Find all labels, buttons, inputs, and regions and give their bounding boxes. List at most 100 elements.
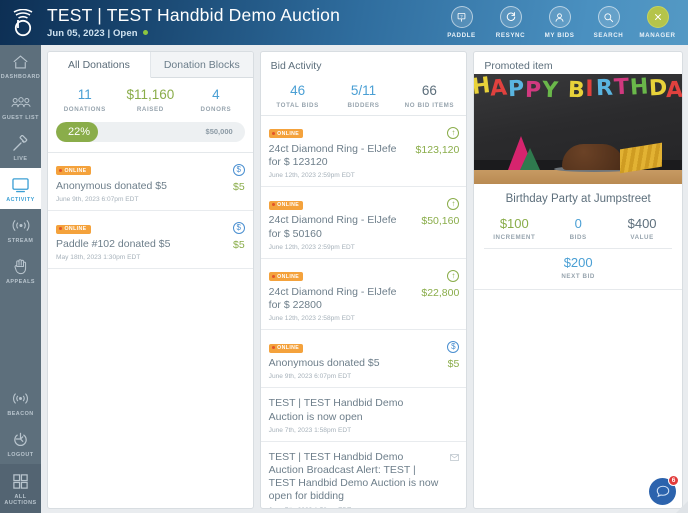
stat-raised: $11,160 RAISED (118, 87, 184, 113)
bid-time: June 7th, 2023 1:58pm EDT (269, 507, 459, 508)
bid-right: ↑ $123,120 (401, 122, 460, 156)
bid-activity-heading: Bid Activity (270, 60, 322, 72)
status-badge: ONLINE (56, 166, 91, 176)
beacon-icon (11, 389, 31, 408)
sidebar-item-all-auctions[interactable]: ALL AUCTIONS (0, 464, 41, 513)
party-hat-green-icon (520, 148, 541, 170)
birthday-cake (562, 144, 625, 170)
tab-donation-blocks[interactable]: Donation Blocks (150, 52, 253, 78)
header-button-resync[interactable]: RESYNC (486, 0, 535, 45)
sidebar-item-dashboard-label: DASHBOARD (0, 74, 41, 80)
donations-stats: 11 DONATIONS $11,160 RAISED 4 DONORS (48, 78, 253, 119)
sidebar-item-all-auctions-label: ALL AUCTIONS (4, 494, 37, 506)
table-row[interactable]: ONLINE 24ct Diamond Ring - ElJefe for $ … (260, 116, 467, 188)
auction-title-block: TEST | TEST Handbid Demo Auction Jun 05,… (47, 6, 340, 38)
sidebar-item-live[interactable]: LIVE (0, 127, 41, 168)
header-button-my-bids[interactable]: MY BIDS (535, 0, 584, 45)
sidebar-item-beacon-label: BEACON (7, 411, 34, 417)
stat-value: $400 VALUE (610, 216, 674, 242)
gavel-icon (11, 134, 31, 153)
donations-progress-fill: 22% (56, 121, 98, 142)
close-x-icon (646, 6, 669, 28)
bid-activity-stats: 46 TOTAL BIDS 5/11 BIDDERS 66 NO BID ITE… (261, 74, 467, 115)
stat-increment-value: $100 (499, 216, 529, 231)
stat-bids-label: BIDS (569, 234, 587, 242)
stat-bidders-value: 5/11 (350, 83, 377, 98)
promoted-item-next-bid: $200 NEXT BID (484, 248, 672, 289)
promoted-item-filler (474, 289, 682, 508)
stat-no-bid-items: 66 NO BID ITEMS (396, 83, 462, 109)
grid-icon (11, 472, 31, 491)
status-badge: ONLINE (268, 129, 304, 139)
stat-raised-value: $11,160 (126, 87, 175, 102)
stat-donors: 4 DONORS (183, 87, 249, 113)
donations-progress-percent: 22% (68, 125, 91, 138)
header-button-search[interactable]: SEARCH (584, 0, 633, 45)
sidebar-item-appeals-label: APPEALS (6, 279, 35, 285)
handbid-logo[interactable] (0, 0, 45, 45)
stat-increment-label: INCREMENT (493, 234, 536, 242)
stat-donations-label: DONATIONS (63, 105, 106, 113)
header-button-my-bids-label: MY BIDS (544, 32, 575, 39)
user-icon (548, 6, 571, 28)
donation-amount: $5 (232, 239, 245, 252)
bid-time: June 12th, 2023 2:59pm EDT (268, 243, 355, 251)
sidebar-item-stream[interactable]: STREAM (0, 209, 41, 250)
stat-bidders-label: BIDDERS (347, 101, 380, 109)
sidebar-item-live-label: LIVE (13, 156, 28, 162)
dollar-circle-icon: $ (447, 341, 460, 354)
stat-increment: $100 INCREMENT (482, 216, 546, 242)
stat-value-label: VALUE (630, 234, 654, 242)
header-button-manager[interactable]: MANAGER (633, 0, 682, 45)
table-row[interactable]: ONLINE 24ct Diamond Ring - ElJefe for $ … (260, 187, 467, 259)
donation-right: $ $5 (201, 159, 245, 193)
bid-activity-panel: Bid Activity 46 TOTAL BIDS 5/11 BIDDERS … (259, 51, 468, 509)
bid-amount: $123,120 (415, 143, 460, 156)
chat-bubble-icon (656, 485, 669, 498)
donations-tabs: All Donations Donation Blocks (48, 52, 253, 78)
bid-time: June 12th, 2023 2:58pm EDT (268, 315, 355, 323)
donation-time: May 18th, 2023 1:30pm EDT (56, 254, 141, 262)
happy-birthday-banner: H A P P Y B I R T H D A (474, 74, 682, 104)
bid-activity-feed: ONLINE 24ct Diamond Ring - ElJefe for $ … (260, 114, 467, 508)
list-item[interactable]: ONLINE Anonymous donated $5 June 9th, 20… (48, 153, 253, 212)
table-row[interactable]: TEST | TEST Handbid Demo Auction is now … (260, 388, 467, 442)
bid-right (401, 448, 460, 466)
next-bid-label: NEXT BID (561, 273, 596, 281)
donations-progress-wrap: 22% $50,000 (48, 119, 253, 152)
svg-text:?: ? (460, 13, 463, 18)
bid-time: June 7th, 2023 1:58pm EDT (268, 426, 352, 434)
stat-value-value: $400 (627, 216, 657, 231)
sidebar-item-logout-label: LOGOUT (7, 452, 34, 458)
sidebar-item-dashboard[interactable]: DASHBOARD (0, 45, 41, 86)
sidebar-item-logout[interactable]: LOGOUT (0, 423, 41, 464)
donations-progress-bar: 22% $50,000 (56, 121, 245, 142)
chat-launcher-button[interactable]: 6 (649, 475, 679, 505)
list-item[interactable]: ONLINE Paddle #102 donated $5 May 18th, … (48, 211, 253, 270)
sidebar-item-appeals[interactable]: APPEALS (0, 250, 41, 291)
bid-right: ↑ $22,800 (401, 265, 460, 299)
stat-bids-value: 0 (574, 216, 582, 231)
stat-donors-label: DONORS (200, 105, 232, 113)
app-root: TEST | TEST Handbid Demo Auction Jun 05,… (0, 0, 688, 513)
monitor-icon (11, 175, 31, 194)
donations-goal-label: $50,000 (205, 127, 233, 137)
table-row[interactable]: ONLINE Anonymous donated $5 June 9th, 20… (260, 330, 467, 389)
sidebar-item-activity[interactable]: ACTIVITY (0, 168, 41, 209)
stat-donors-value: 4 (212, 87, 220, 102)
search-icon (597, 6, 620, 28)
header-button-manager-label: MANAGER (639, 32, 676, 39)
sidebar-item-beacon[interactable]: BEACON (0, 382, 41, 423)
tab-all-donations[interactable]: All Donations (48, 52, 151, 78)
broadcast-icon (11, 216, 31, 235)
sidebar-item-guest-list[interactable]: GUEST LIST (0, 86, 41, 127)
table-row[interactable]: ONLINE 24ct Diamond Ring - ElJefe for $ … (260, 259, 467, 331)
header-button-paddle[interactable]: ? PADDLE (437, 0, 486, 45)
table-row[interactable]: TEST | TEST Handbid Demo Auction Broadca… (261, 442, 467, 508)
stat-bids: 0 BIDS (546, 216, 610, 242)
table-surface (474, 170, 682, 184)
status-badge: ONLINE (268, 272, 304, 282)
app-header: TEST | TEST Handbid Demo Auction Jun 05,… (0, 0, 688, 45)
sidebar-item-guest-list-label: GUEST LIST (2, 115, 39, 121)
donations-panel: All Donations Donation Blocks 11 DONATIO… (47, 51, 254, 509)
